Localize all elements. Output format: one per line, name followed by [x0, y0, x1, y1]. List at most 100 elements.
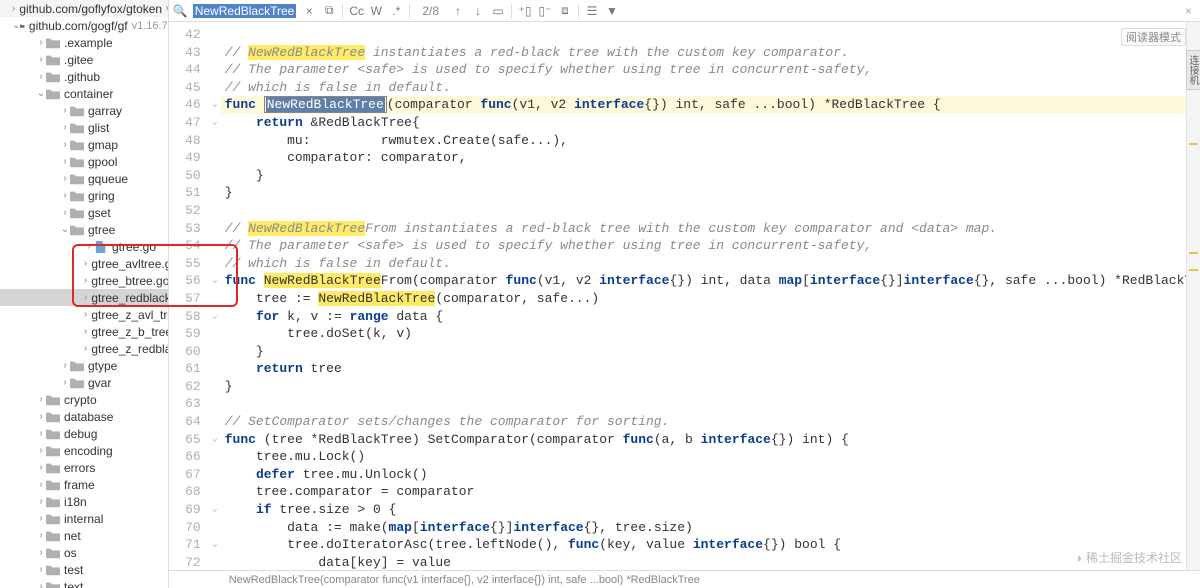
code-line[interactable]: // SetComparator sets/changes the compar… [221, 413, 1200, 431]
tree-folder[interactable]: ›net [0, 527, 168, 544]
tree-root[interactable]: ⌄github.com/gogf/gfv1.16.7 [0, 17, 168, 34]
twisty-icon[interactable]: › [60, 156, 70, 167]
code-line[interactable]: comparator: comparator, [221, 149, 1200, 167]
match-case-toggle[interactable]: Cc [349, 4, 363, 18]
tree-folder[interactable]: ›os [0, 544, 168, 561]
code-line[interactable]: tree.doSet(k, v) [221, 325, 1200, 343]
tree-folder[interactable]: ›glist [0, 119, 168, 136]
code-line[interactable] [221, 202, 1200, 220]
code-line[interactable]: // which is false in default. [221, 255, 1200, 273]
code-line[interactable]: func (tree *RedBlackTree) SetComparator(… [221, 431, 1200, 449]
add-selection-icon[interactable]: ⁺▯ [518, 4, 532, 18]
code-line[interactable]: } [221, 378, 1200, 396]
code-line[interactable]: return &RedBlackTree{ [221, 114, 1200, 132]
code-line[interactable]: // The parameter <safe> is used to speci… [221, 61, 1200, 79]
tree-folder[interactable]: ›gvar [0, 374, 168, 391]
tree-folder[interactable]: ›gset [0, 204, 168, 221]
search-input[interactable]: NewRedBlackTree [193, 4, 297, 18]
code-line[interactable]: tree.mu.Lock() [221, 448, 1200, 466]
tree-folder[interactable]: ›gpool [0, 153, 168, 170]
match-word-toggle[interactable]: W [369, 4, 383, 18]
twisty-icon[interactable]: › [84, 292, 87, 303]
code-line[interactable]: if tree.size > 0 { [221, 501, 1200, 519]
code-line[interactable]: } [221, 184, 1200, 202]
tree-folder[interactable]: ›.github [0, 68, 168, 85]
twisty-icon[interactable]: › [36, 37, 46, 48]
twisty-icon[interactable]: › [84, 343, 87, 354]
code-line[interactable] [221, 26, 1200, 44]
regex-toggle[interactable]: .* [389, 4, 403, 18]
twisty-icon[interactable]: › [36, 530, 46, 541]
twisty-icon[interactable]: › [36, 445, 46, 456]
twisty-icon[interactable]: ⌄ [36, 88, 46, 99]
tree-file[interactable]: ›gtree_avltree.go [0, 255, 168, 272]
tree-folder[interactable]: ›gmap [0, 136, 168, 153]
code-line[interactable]: tree.comparator = comparator [221, 483, 1200, 501]
code-content[interactable]: // NewRedBlackTree instantiates a red-bl… [221, 22, 1200, 570]
code-line[interactable]: func NewRedBlackTree(comparator func(v1,… [221, 96, 1200, 114]
tree-folder[interactable]: ›internal [0, 510, 168, 527]
settings-icon[interactable]: ☰ [585, 4, 599, 18]
search-icon[interactable]: 🔍 [173, 4, 187, 18]
code-line[interactable]: return tree [221, 360, 1200, 378]
twisty-icon[interactable]: › [60, 360, 70, 371]
twisty-icon[interactable]: › [60, 105, 70, 116]
twisty-icon[interactable]: › [36, 71, 46, 82]
code-line[interactable]: for k, v := range data { [221, 308, 1200, 326]
twisty-icon[interactable]: › [84, 326, 87, 337]
next-match-icon[interactable]: ↓ [471, 4, 485, 18]
twisty-icon[interactable]: › [84, 258, 87, 269]
tree-folder[interactable]: ›text [0, 578, 168, 588]
code-line[interactable]: } [221, 343, 1200, 361]
twisty-icon[interactable]: › [60, 190, 70, 201]
twisty-icon[interactable]: › [36, 54, 46, 65]
twisty-icon[interactable]: › [60, 122, 70, 133]
tree-file[interactable]: ›gtree_z_b_tree_test.go [0, 323, 168, 340]
tree-root[interactable]: ›github.com/goflyfox/gtokenv1.5.6 [0, 0, 168, 17]
twisty-icon[interactable]: › [60, 139, 70, 150]
tree-folder[interactable]: ⌄gtree [0, 221, 168, 238]
code-line[interactable]: tree.doIteratorAsc(tree.leftNode(), func… [221, 536, 1200, 554]
twisty-icon[interactable]: › [84, 241, 94, 252]
tree-folder[interactable]: ›garray [0, 102, 168, 119]
tree-folder[interactable]: ›test [0, 561, 168, 578]
tree-folder[interactable]: ›database [0, 408, 168, 425]
tree-folder[interactable]: ›gring [0, 187, 168, 204]
prev-match-icon[interactable]: ↑ [451, 4, 465, 18]
tree-folder[interactable]: ›gqueue [0, 170, 168, 187]
twisty-icon[interactable]: › [36, 564, 46, 575]
twisty-icon[interactable]: › [60, 377, 70, 388]
twisty-icon[interactable]: › [36, 513, 46, 524]
tree-folder[interactable]: ›frame [0, 476, 168, 493]
twisty-icon[interactable]: › [84, 309, 87, 320]
history-icon[interactable]: ⧉ [322, 3, 336, 18]
toggle-panel-icon[interactable]: ⧈ [558, 3, 572, 18]
tree-folder[interactable]: ›i18n [0, 493, 168, 510]
twisty-icon[interactable]: › [36, 547, 46, 558]
code-line[interactable]: // NewRedBlackTreeFrom instantiates a re… [221, 220, 1200, 238]
twisty-icon[interactable]: › [84, 275, 87, 286]
minimap-strip[interactable] [1186, 22, 1200, 570]
code-line[interactable]: defer tree.mu.Unlock() [221, 466, 1200, 484]
tree-folder[interactable]: ⌄container [0, 85, 168, 102]
twisty-icon[interactable]: › [36, 428, 46, 439]
twisty-icon[interactable]: › [36, 496, 46, 507]
twisty-icon[interactable]: › [36, 581, 46, 588]
twisty-icon[interactable]: › [60, 173, 70, 184]
tree-file[interactable]: ›gtree_redblacktree.go [0, 289, 168, 306]
tree-folder[interactable]: ›errors [0, 459, 168, 476]
file-tree[interactable]: ›github.com/goflyfox/gtokenv1.5.6⌄github… [0, 0, 169, 588]
code-line[interactable]: func NewRedBlackTreeFrom(comparator func… [221, 272, 1200, 290]
twisty-icon[interactable]: ⌄ [60, 224, 70, 235]
tree-folder[interactable]: ›encoding [0, 442, 168, 459]
close-findbar-icon[interactable]: × [1185, 4, 1192, 18]
code-line[interactable]: data[key] = value [221, 554, 1200, 570]
twisty-icon[interactable]: › [60, 207, 70, 218]
reader-mode-badge[interactable]: 阅读器模式 [1121, 28, 1186, 46]
code-line[interactable]: mu: rwmutex.Create(safe...), [221, 132, 1200, 150]
right-side-tab[interactable]: 连接机 [1186, 50, 1200, 90]
tree-folder[interactable]: ›gtype [0, 357, 168, 374]
tree-folder[interactable]: ›debug [0, 425, 168, 442]
code-line[interactable]: // which is false in default. [221, 79, 1200, 97]
clear-search-icon[interactable]: × [302, 4, 316, 18]
